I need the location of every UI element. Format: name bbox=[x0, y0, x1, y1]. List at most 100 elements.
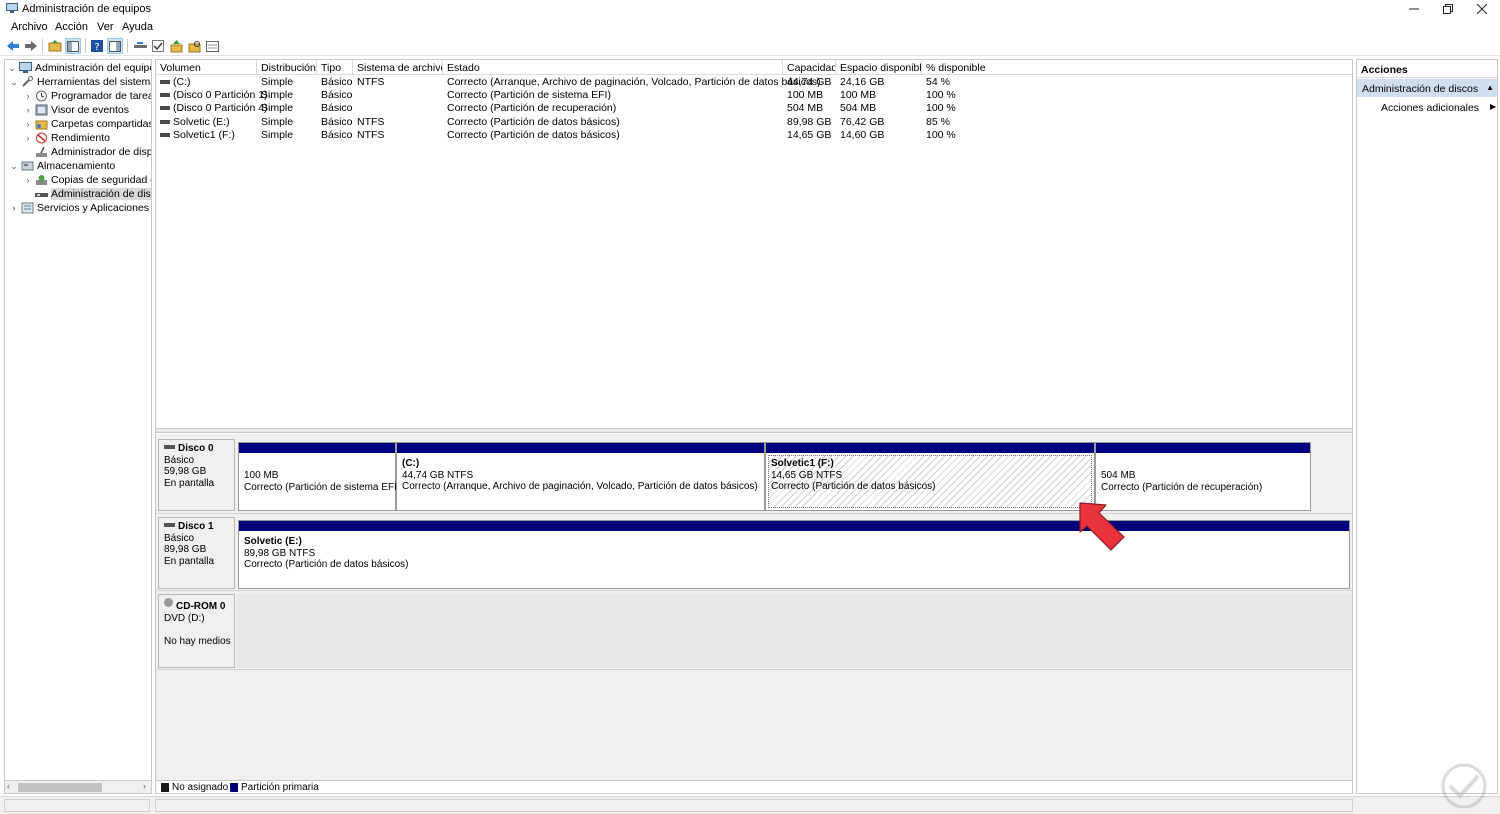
search-folder-icon[interactable] bbox=[186, 38, 202, 54]
tree-item-services-apps[interactable]: › Servicios y Aplicaciones bbox=[9, 201, 150, 215]
legend-label-unallocated: No asignado bbox=[172, 782, 229, 793]
partition-efi[interactable]: 100 MB Correcto (Partición de sistema EF… bbox=[238, 442, 400, 511]
clock-icon bbox=[36, 90, 47, 102]
cell-volumen: (C:) bbox=[173, 76, 191, 88]
cell-distribucion: Simple bbox=[261, 76, 294, 88]
tree-item-computer-management[interactable]: ⌄ Administración del equipo (local) bbox=[7, 61, 151, 75]
submenu-arrow-icon[interactable]: ▶ bbox=[1490, 102, 1496, 111]
disk-type: Básico bbox=[164, 454, 195, 466]
scroll-right-icon[interactable]: › bbox=[143, 781, 146, 791]
cell-estado: Correcto (Arranque, Archivo de paginació… bbox=[447, 76, 821, 88]
tree-item-label: Almacenamiento bbox=[37, 160, 116, 172]
column-header-tipo[interactable]: Tipo bbox=[317, 60, 353, 75]
rescan-icon[interactable] bbox=[132, 38, 148, 54]
console-view-icon[interactable] bbox=[107, 38, 123, 54]
event-viewer-icon bbox=[35, 104, 48, 116]
table-row[interactable]: Solvetic1 (F:) Simple Básico NTFS Correc… bbox=[156, 129, 1352, 142]
disk-type: Básico bbox=[164, 532, 195, 544]
chevron-right-icon[interactable]: › bbox=[23, 175, 33, 185]
menu-archivo[interactable]: Archivo bbox=[11, 21, 48, 33]
column-header-espacio-disponible[interactable]: Espacio disponible bbox=[836, 60, 922, 75]
actions-section-disk-management[interactable]: Administración de discos ▲ bbox=[1357, 79, 1497, 97]
chevron-down-icon[interactable]: ⌄ bbox=[9, 161, 19, 172]
tree-item-storage[interactable]: ⌄ Almacenamiento bbox=[9, 159, 115, 173]
action-more-actions[interactable]: Acciones adicionales bbox=[1381, 102, 1479, 114]
cell-volumen: (Disco 0 Partición 4) bbox=[173, 102, 268, 114]
disk-label-disco-1[interactable]: Disco 1 Básico 89,98 GB En pantalla bbox=[158, 517, 235, 589]
legend-swatch-unallocated bbox=[161, 783, 169, 792]
tree-item-backup[interactable]: › Copias de seguridad de Windows Server bbox=[23, 173, 152, 187]
collapse-caret-icon[interactable]: ▲ bbox=[1486, 83, 1494, 92]
status-segment bbox=[155, 799, 1353, 812]
chevron-right-icon[interactable]: › bbox=[23, 91, 33, 101]
forward-arrow-icon[interactable] bbox=[23, 38, 39, 54]
chevron-right-icon[interactable]: › bbox=[9, 203, 19, 213]
partition-size: 44,74 GB NTFS bbox=[402, 469, 474, 481]
cell-estado: Correcto (Partición de recuperación) bbox=[447, 102, 617, 114]
table-row[interactable]: (C:) Simple Básico NTFS Correcto (Arranq… bbox=[156, 76, 1352, 89]
table-row[interactable]: Solvetic (E:) Simple Básico NTFS Correct… bbox=[156, 116, 1352, 129]
disk-label-cdrom-0[interactable]: CD-ROM 0 DVD (D:) No hay medios bbox=[158, 594, 235, 668]
volume-icon bbox=[160, 133, 170, 137]
pane-splitter[interactable] bbox=[156, 428, 1352, 433]
menu-ayuda[interactable]: Ayuda bbox=[122, 21, 153, 33]
tree-horizontal-scrollbar[interactable]: ‹ › bbox=[4, 780, 152, 794]
tree-item-task-scheduler[interactable]: › Programador de tareas bbox=[23, 89, 152, 103]
menu-ver[interactable]: Ver bbox=[97, 21, 114, 33]
tree-item-disk-management[interactable]: Administración de discos bbox=[23, 187, 151, 201]
column-header-distribucion[interactable]: Distribución bbox=[257, 60, 317, 75]
tree-item-system-tools[interactable]: ⌄ Herramientas del sistema bbox=[9, 75, 152, 89]
disk-label-disco-0[interactable]: Disco 0 Básico 59,98 GB En pantalla bbox=[158, 439, 235, 511]
cell-espacio: 24,16 GB bbox=[840, 76, 885, 88]
menu-accion[interactable]: Acción bbox=[55, 21, 88, 33]
disk-icon bbox=[164, 523, 175, 527]
actions-section-label: Administración de discos bbox=[1362, 83, 1479, 95]
properties-icon[interactable] bbox=[204, 38, 220, 54]
tree-item-performance[interactable]: › Rendimiento bbox=[23, 131, 110, 145]
chevron-down-icon[interactable]: ⌄ bbox=[9, 77, 19, 88]
title-bar: Administración de equipos bbox=[0, 0, 1500, 18]
svg-text:?: ? bbox=[94, 42, 99, 52]
computer-management-icon bbox=[6, 3, 18, 13]
back-arrow-icon[interactable] bbox=[5, 38, 21, 54]
red-pointer-arrow-icon bbox=[1079, 502, 1125, 551]
partition-e[interactable]: Solvetic (E:) 89,98 GB NTFS Correcto (Pa… bbox=[238, 520, 1350, 589]
up-folder-icon[interactable] bbox=[47, 38, 63, 54]
chevron-right-icon[interactable]: › bbox=[23, 133, 33, 143]
column-header-porcentaje-disponible[interactable]: % disponible bbox=[922, 60, 1352, 75]
folder-up-icon[interactable] bbox=[168, 38, 184, 54]
help-icon[interactable]: ? bbox=[89, 38, 105, 54]
legend: No asignado Partición primaria bbox=[156, 780, 1352, 793]
cell-tipo: Básico bbox=[321, 76, 353, 88]
column-header-estado[interactable]: Estado bbox=[443, 60, 783, 75]
table-row[interactable]: (Disco 0 Partición 4) Simple Básico Corr… bbox=[156, 102, 1352, 115]
table-row[interactable]: (Disco 0 Partición 1) Simple Básico Corr… bbox=[156, 89, 1352, 102]
partition-status: Correcto (Partición de datos básicos) bbox=[771, 481, 936, 492]
services-icon bbox=[21, 202, 34, 214]
tree-item-event-viewer[interactable]: › Visor de eventos bbox=[23, 103, 130, 117]
window-title: Administración de equipos bbox=[22, 3, 152, 15]
partition-c[interactable]: (C:) 44,74 GB NTFS Correcto (Arranque, A… bbox=[396, 442, 765, 511]
scrollbar-thumb[interactable] bbox=[18, 783, 102, 792]
watermark-logo-icon bbox=[1441, 763, 1487, 809]
scroll-left-icon[interactable]: ‹ bbox=[7, 781, 10, 791]
column-header-volumen[interactable]: Volumen bbox=[156, 60, 257, 75]
chevron-right-icon[interactable]: › bbox=[23, 105, 33, 115]
cell-espacio: 100 MB bbox=[840, 89, 877, 101]
chevron-down-icon[interactable]: ⌄ bbox=[7, 63, 17, 74]
column-header-capacidad[interactable]: Capacidad bbox=[783, 60, 836, 75]
close-icon[interactable] bbox=[1459, 0, 1500, 18]
cell-capacidad: 100 MB bbox=[787, 89, 824, 101]
cell-capacidad: 44,74 GB bbox=[787, 76, 832, 88]
tree-item-label: Programador de tareas bbox=[51, 90, 152, 102]
column-header-sistema-archivos[interactable]: Sistema de archivos bbox=[353, 60, 443, 75]
tree-item-device-manager[interactable]: Administrador de dispositivos bbox=[23, 145, 151, 159]
show-hide-tree-icon[interactable] bbox=[65, 38, 81, 54]
performance-icon bbox=[36, 132, 47, 144]
check-icon[interactable] bbox=[150, 38, 166, 54]
chevron-right-icon[interactable]: › bbox=[23, 119, 33, 129]
disk-icon bbox=[164, 445, 175, 449]
tree-item-shared-folders[interactable]: › Carpetas compartidas bbox=[23, 117, 152, 131]
tree-item-label: Herramientas del sistema bbox=[37, 76, 152, 88]
partition-f-selected[interactable]: Solvetic1 (F:) 14,65 GB NTFS Correcto (P… bbox=[765, 442, 1095, 511]
